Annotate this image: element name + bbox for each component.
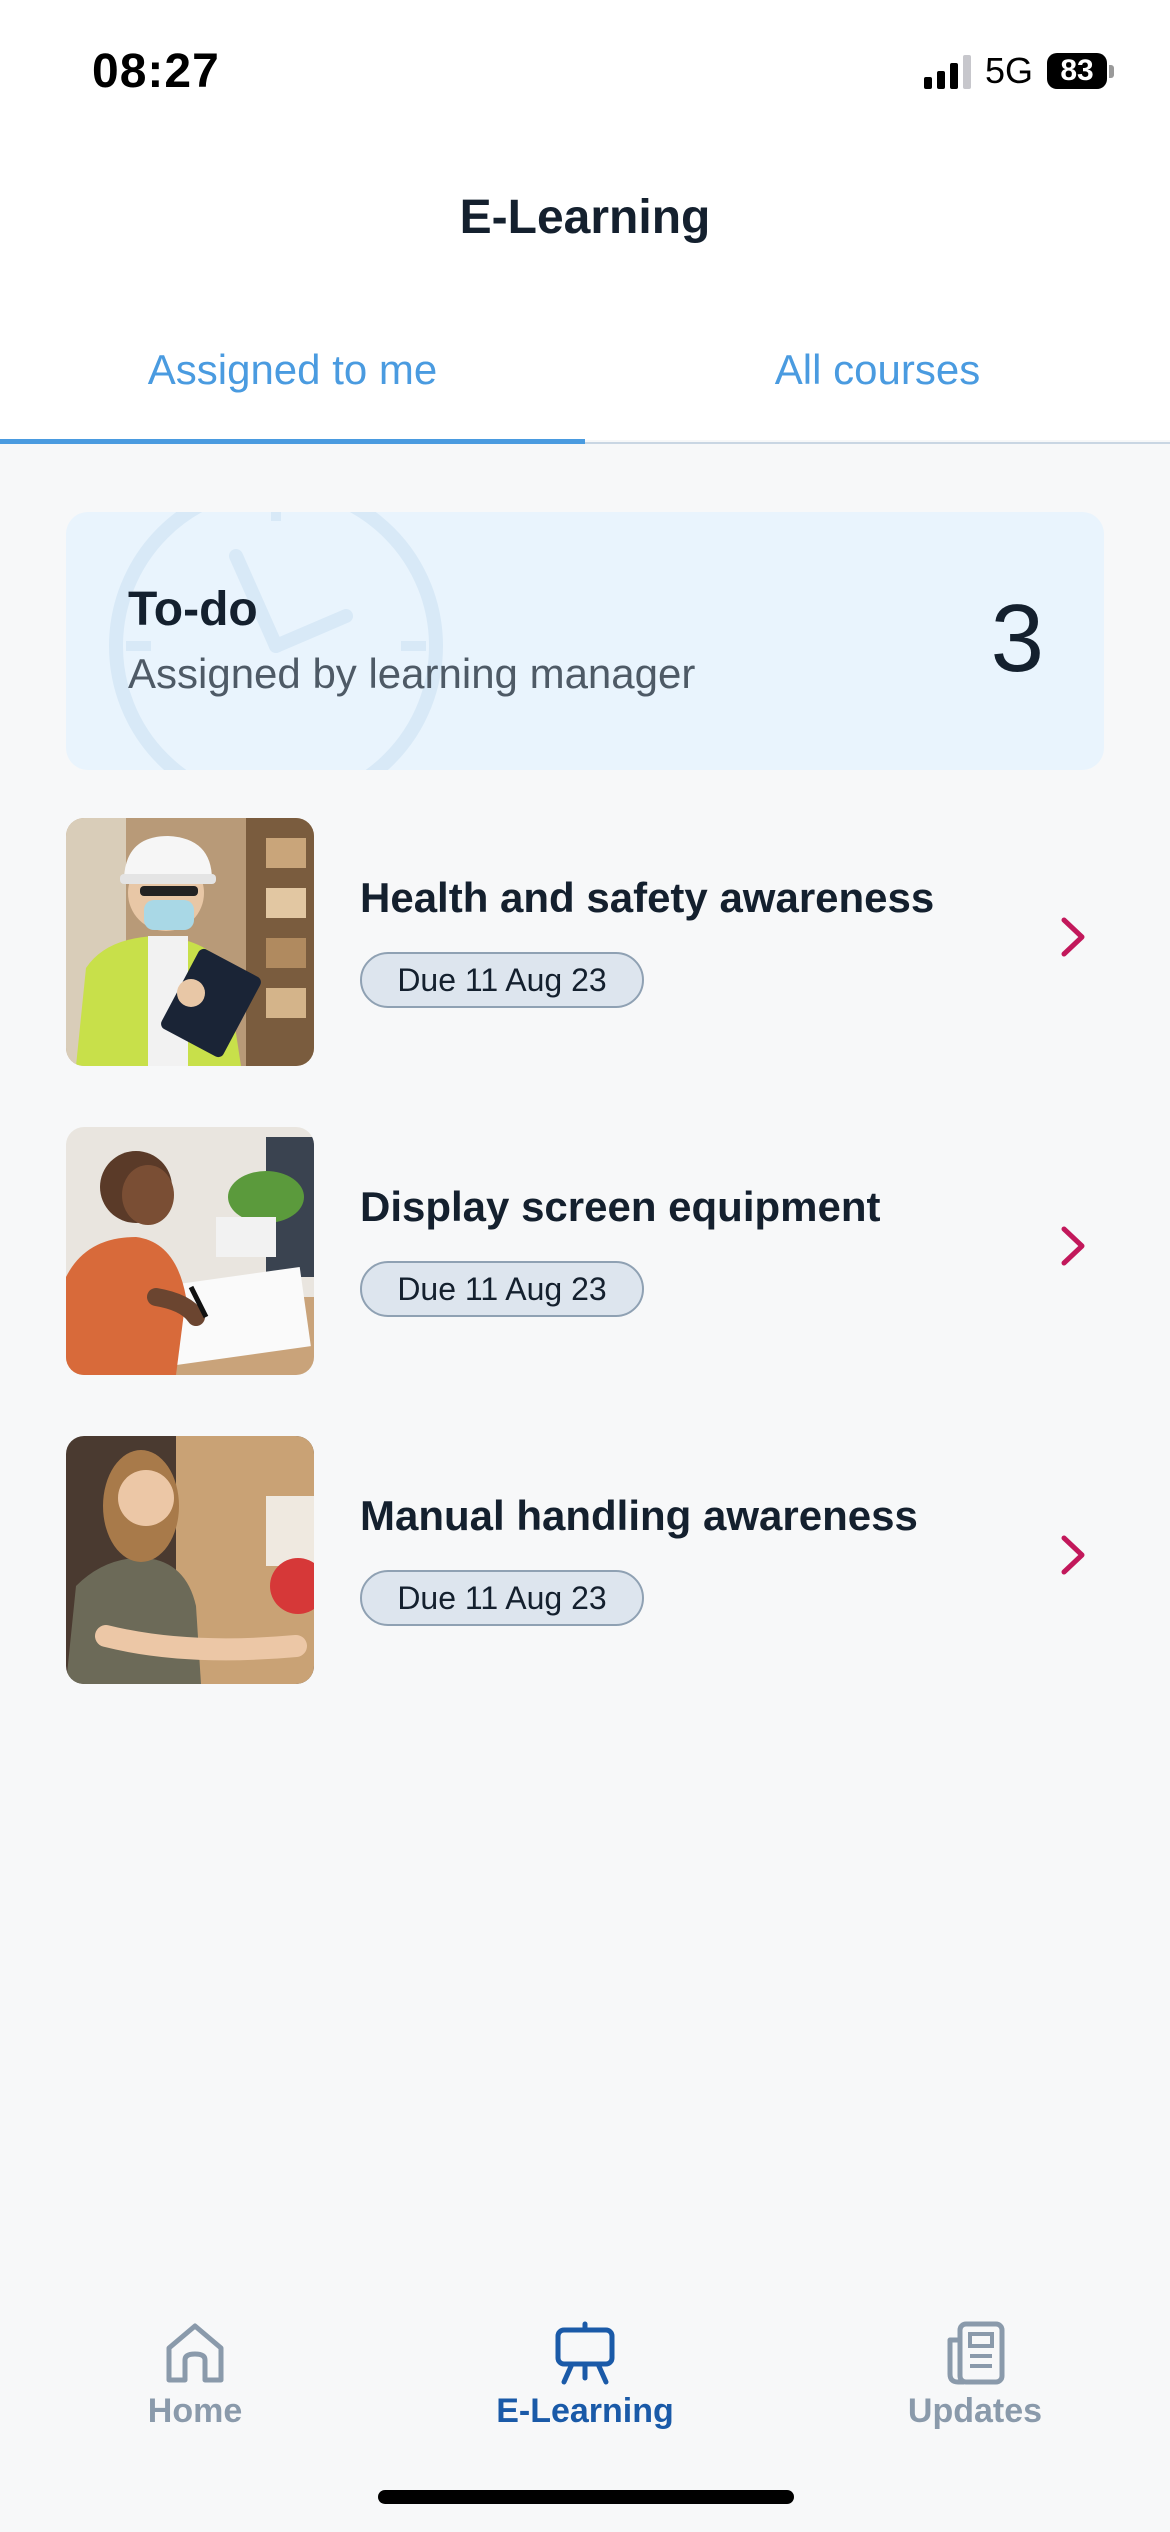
battery-level: 83 [1047,53,1107,89]
status-time: 08:27 [92,45,220,98]
course-title: Manual handling awareness [360,1492,918,1539]
chevron-right-icon [1061,1535,1085,1575]
home-icon [166,2323,224,2383]
network-type: 5G [984,50,1033,91]
todo-title: To-do [128,583,258,636]
nav-label: Home [147,2392,243,2430]
chevron-right-icon [1061,1226,1085,1266]
clock-watermark-icon [109,512,443,770]
warehouse-worker-photo [66,818,314,1066]
woman-carrying-box-photo [66,1436,314,1684]
todo-summary-card[interactable]: To-do Assigned by learning manager 3 [66,512,1104,770]
nav-updates[interactable]: Updates [780,2300,1170,2532]
todo-subtitle: Assigned by learning manager [128,650,696,697]
course-item-display-screen-equipment[interactable]: Display screen equipment Due 11 Aug 23 [66,1127,1104,1375]
due-date-badge: Due 11 Aug 23 [360,1261,644,1317]
due-date-badge: Due 11 Aug 23 [360,1570,644,1626]
tab-bar: Assigned to me All courses [0,330,1170,444]
presentation-board-icon [555,2321,615,2385]
status-indicators: 5G 83 [923,50,1114,92]
cellular-signal-icon [923,53,971,89]
chevron-right-icon [1061,917,1085,957]
nav-label: E-Learning [496,2392,674,2430]
course-item-manual-handling[interactable]: Manual handling awareness Due 11 Aug 23 [66,1436,1104,1684]
todo-count: 3 [990,585,1044,692]
course-title: Display screen equipment [360,1183,881,1230]
due-date-badge: Due 11 Aug 23 [360,952,644,1008]
nav-home[interactable]: Home [0,2300,390,2532]
course-title: Health and safety awareness [360,874,935,921]
newspaper-icon [947,2321,1005,2385]
woman-writing-at-desk-photo [66,1127,314,1375]
nav-label: Updates [907,2392,1043,2430]
tab-all-courses[interactable]: All courses [585,330,1170,442]
battery-icon: 83 [1047,53,1114,89]
page-title: E-Learning [459,191,711,244]
home-indicator[interactable] [378,2490,794,2504]
tab-assigned-to-me[interactable]: Assigned to me [0,330,585,444]
course-item-health-and-safety[interactable]: Health and safety awareness Due 11 Aug 2… [66,818,1104,1066]
